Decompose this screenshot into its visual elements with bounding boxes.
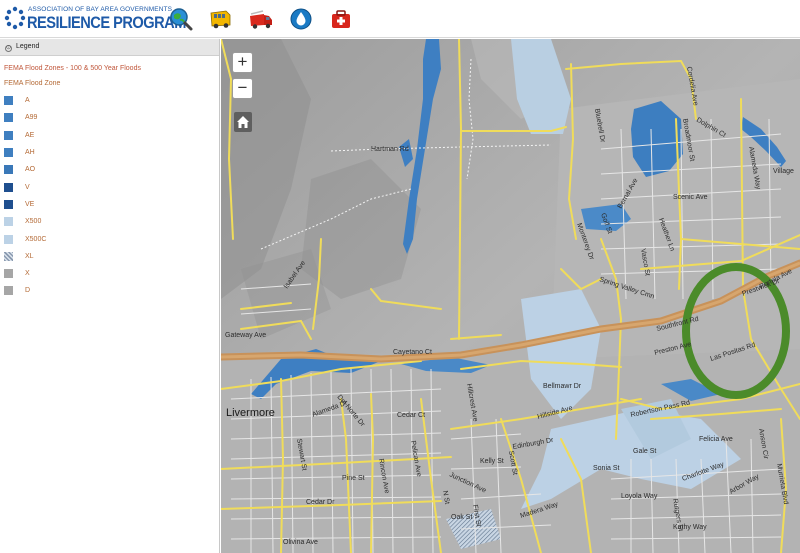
- fire-truck-icon: [250, 10, 272, 29]
- legend-item: AO: [4, 161, 219, 178]
- legend-swatch: [4, 165, 13, 175]
- program-name: RESILIENCE PROGRAM: [27, 13, 186, 32]
- legend-swatch: [4, 182, 13, 192]
- org-name: ASSOCIATION OF BAY AREA GOVERNMENTS: [28, 6, 173, 13]
- map-label: Pine St: [342, 475, 365, 482]
- map-label: Kelly St: [480, 458, 504, 465]
- layer-title: FEMA Flood Zones - 100 & 500 Year Floods: [4, 65, 141, 72]
- legend-label: AE: [25, 131, 35, 139]
- map-label: Sonia St: [593, 465, 620, 472]
- map-canvas: Hartman Rd Scenic Ave Village Portola Av…: [221, 39, 800, 553]
- globe-magnifier-icon: [170, 8, 193, 31]
- map-label-city: Livermore: [226, 407, 275, 419]
- layer-subtitle: FEMA Flood Zone: [4, 80, 61, 87]
- map-label: Loyola Way: [621, 493, 658, 500]
- water-drop-icon: [290, 8, 312, 30]
- legend-swatch: [4, 96, 13, 106]
- first-aid-kit-tool[interactable]: [328, 6, 354, 32]
- zoom-in-button[interactable]: +: [232, 52, 253, 73]
- legend-swatch: [4, 234, 13, 244]
- legend-label: D: [25, 287, 31, 295]
- legend-header[interactable]: ⊙ Legend: [0, 39, 219, 56]
- map-label: Gateway Ave: [225, 332, 266, 339]
- legend-label: X500: [25, 218, 42, 226]
- globe-search-tool[interactable]: [168, 6, 194, 32]
- legend-swatch: [4, 199, 13, 209]
- map-label: Felicia Ave: [699, 436, 733, 443]
- legend-panel: ⊙ Legend FEMA Flood Zones - 100 & 500 Yea…: [0, 39, 220, 553]
- map-label: Gale St: [633, 448, 656, 455]
- school-bus-icon: [210, 10, 231, 29]
- map-label: Oak St: [451, 514, 472, 521]
- fire-truck-tool[interactable]: [248, 6, 274, 32]
- map-label: Cayetano Ct: [393, 349, 432, 356]
- legend-item: X500: [4, 213, 219, 230]
- legend-label: X500C: [25, 235, 47, 243]
- resilience-logo-icon: [4, 6, 26, 30]
- map-label: Bellmawr Dr: [543, 383, 582, 390]
- legend-swatch: [4, 286, 13, 296]
- legend-swatch: [4, 113, 13, 123]
- legend-label: AO: [25, 166, 36, 174]
- legend-label: V: [25, 183, 30, 191]
- map-label: Hartman Rd: [371, 146, 409, 153]
- legend-label: XL: [25, 252, 34, 260]
- first-aid-kit-icon: [332, 10, 350, 28]
- legend-item: D: [4, 282, 219, 299]
- legend-list: A A99 AE AH AO V VE X500 X500C XL X D: [0, 90, 219, 300]
- legend-item: X500C: [4, 230, 219, 247]
- home-button[interactable]: [234, 112, 252, 132]
- legend-title: Legend: [16, 43, 40, 50]
- abag-logo[interactable]: ASSOCIATION OF BAY AREA GOVERNMENTS RESI…: [4, 4, 186, 34]
- map-label: Cedar Dr: [306, 499, 335, 506]
- legend-swatch: [4, 251, 13, 261]
- map-view[interactable]: Hartman Rd Scenic Ave Village Portola Av…: [221, 39, 800, 553]
- legend-swatch: [4, 269, 13, 279]
- map-label: Kathy Way: [673, 524, 707, 531]
- legend-swatch: [4, 217, 13, 227]
- map-label: Scenic Ave: [673, 194, 708, 201]
- map-label: Cedar Ct: [397, 412, 425, 419]
- map-label: Olivina Ave: [283, 539, 318, 546]
- home-icon: [237, 116, 249, 128]
- legend-label: A: [25, 97, 30, 105]
- legend-item: X: [4, 265, 219, 282]
- legend-item: A99: [4, 109, 219, 126]
- school-bus-tool[interactable]: [208, 6, 234, 32]
- legend-swatch: [4, 130, 13, 140]
- legend-item: V: [4, 178, 219, 195]
- app-header: ASSOCIATION OF BAY AREA GOVERNMENTS RESI…: [0, 0, 800, 38]
- zoom-out-button[interactable]: −: [232, 78, 253, 99]
- legend-item: VE: [4, 196, 219, 213]
- legend-label: VE: [25, 200, 35, 208]
- water-drop-tool[interactable]: [288, 6, 314, 32]
- collapse-icon[interactable]: ⊙: [5, 45, 12, 52]
- legend-item: AH: [4, 144, 219, 161]
- legend-label: A99: [25, 114, 38, 122]
- legend-item: XL: [4, 248, 219, 265]
- map-label: Village: [773, 168, 794, 175]
- legend-label: AH: [25, 149, 35, 157]
- legend-item: A: [4, 92, 219, 109]
- legend-label: X: [25, 270, 30, 278]
- legend-swatch: [4, 148, 13, 158]
- legend-item: AE: [4, 127, 219, 144]
